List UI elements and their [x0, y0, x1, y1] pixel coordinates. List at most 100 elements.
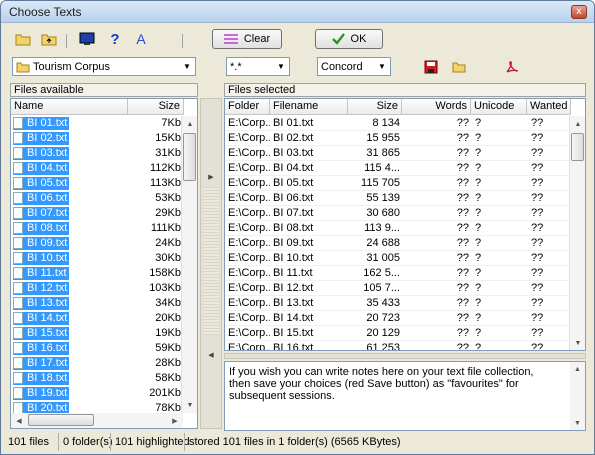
cell-filename: BI 10.txt: [273, 252, 314, 264]
cell-folder: E:\Corp...: [228, 297, 270, 309]
open-favourites-icon[interactable]: [450, 58, 468, 76]
list-item[interactable]: BI 06.txt 53Kb: [11, 191, 183, 206]
scroll-down-icon[interactable]: ▼: [570, 335, 585, 350]
list-item[interactable]: BI 16.txt 59Kb: [11, 341, 183, 356]
scroll-down-icon[interactable]: ▼: [570, 416, 585, 430]
scroll-up-icon[interactable]: ▲: [570, 116, 585, 132]
table-row[interactable]: E:\Corp... BI 02.txt 15 955?????: [225, 131, 571, 146]
tool-select[interactable]: Concord ▼: [317, 57, 391, 76]
files-selected-vscroll[interactable]: ▲ ▼: [569, 116, 585, 350]
table-row[interactable]: E:\Corp... BI 09.txt 24 688?????: [225, 236, 571, 251]
scroll-right-icon[interactable]: ▶: [167, 413, 183, 428]
column-header-folder[interactable]: Folder: [225, 99, 270, 115]
files-available-list[interactable]: Name Size BI 01.txt 7Kb BI 02.txt 15Kb BI 03…: [10, 98, 198, 429]
list-item[interactable]: BI 08.txt 111Kb: [11, 221, 183, 236]
status-folder-count: 0 folder(s): [58, 433, 113, 451]
horizontal-splitter[interactable]: [224, 353, 586, 359]
table-row[interactable]: E:\Corp... BI 01.txt 8 134?????: [225, 116, 571, 131]
table-row[interactable]: E:\Corp... BI 07.txt 30 680?????: [225, 206, 571, 221]
column-header-size[interactable]: Size: [128, 99, 184, 115]
table-row[interactable]: E:\Corp... BI 13.txt 35 433?????: [225, 296, 571, 311]
list-item[interactable]: BI 03.txt 31Kb: [11, 146, 183, 161]
list-item[interactable]: BI 01.txt 7Kb: [11, 116, 183, 131]
list-item[interactable]: BI 04.txt 112Kb: [11, 161, 183, 176]
column-header-filename[interactable]: Filename: [270, 99, 348, 115]
text-file-icon: [13, 177, 23, 189]
table-row[interactable]: E:\Corp... BI 08.txt 113 9...?????: [225, 221, 571, 236]
help-icon[interactable]: ?: [106, 30, 124, 48]
cell-size: 115 4...: [364, 162, 400, 174]
open-folder-icon[interactable]: [14, 30, 32, 48]
list-item[interactable]: BI 02.txt 15Kb: [11, 131, 183, 146]
list-item[interactable]: BI 07.txt 29Kb: [11, 206, 183, 221]
list-item[interactable]: BI 17.txt 28Kb: [11, 356, 183, 371]
scroll-left-icon[interactable]: ◀: [11, 413, 27, 428]
column-header-name[interactable]: Name: [11, 99, 128, 115]
move-left-icon[interactable]: ◀: [203, 349, 219, 363]
scroll-thumb[interactable]: [183, 133, 196, 181]
font-icon[interactable]: A: [132, 30, 150, 48]
cell-wanted: ??: [531, 222, 544, 234]
list-item[interactable]: BI 19.txt 201Kb: [11, 386, 183, 401]
monitor-icon[interactable]: [78, 30, 96, 48]
list-item[interactable]: BI 05.txt 113Kb: [11, 176, 183, 191]
table-row[interactable]: E:\Corp... BI 12.txt 105 7...?????: [225, 281, 571, 296]
cell-size: 30 680: [366, 207, 400, 219]
list-item[interactable]: BI 12.txt 103Kb: [11, 281, 183, 296]
table-row[interactable]: E:\Corp... BI 16.txt 61 253?????: [225, 341, 571, 350]
folder-up-icon[interactable]: [40, 30, 58, 48]
corpus-select[interactable]: Tourism Corpus ▼: [12, 57, 196, 76]
files-available-vscroll[interactable]: ▲ ▼: [181, 116, 197, 413]
files-available-hscroll[interactable]: ◀ ▶: [11, 413, 183, 428]
chevron-down-icon[interactable]: ▼: [274, 59, 288, 74]
chevron-down-icon[interactable]: ▼: [375, 59, 389, 74]
close-button[interactable]: x: [571, 5, 587, 19]
table-row[interactable]: E:\Corp... BI 10.txt 31 005?????: [225, 251, 571, 266]
table-row[interactable]: E:\Corp... BI 06.txt 55 139?????: [225, 191, 571, 206]
column-header-size[interactable]: Size: [348, 99, 402, 115]
files-selected-list[interactable]: Folder Filename Size Words Unicode Wante…: [224, 98, 586, 351]
cell-filename: BI 14.txt: [273, 312, 314, 324]
move-right-icon[interactable]: ▶: [203, 171, 219, 185]
list-item[interactable]: BI 15.txt 19Kb: [11, 326, 183, 341]
list-item[interactable]: BI 10.txt 30Kb: [11, 251, 183, 266]
cell-words: ??: [456, 267, 469, 279]
pdf-icon[interactable]: [502, 58, 520, 76]
table-row[interactable]: E:\Corp... BI 14.txt 20 723?????: [225, 311, 571, 326]
panel-splitter[interactable]: ▶ ◀: [200, 98, 222, 429]
table-row[interactable]: E:\Corp... BI 11.txt 162 5...?????: [225, 266, 571, 281]
column-header-words[interactable]: Words: [402, 99, 471, 115]
file-size: 158Kb: [149, 267, 181, 279]
ok-button[interactable]: OK: [315, 29, 383, 49]
list-item[interactable]: BI 11.txt 158Kb: [11, 266, 183, 281]
cell-filename: BI 13.txt: [273, 297, 314, 309]
cell-size: 105 7...: [363, 282, 400, 294]
list-item[interactable]: BI 14.txt 20Kb: [11, 311, 183, 326]
cell-unicode: ?: [475, 267, 482, 279]
scroll-up-icon[interactable]: ▲: [570, 362, 585, 376]
table-row[interactable]: E:\Corp... BI 05.txt 115 705?????: [225, 176, 571, 191]
text-file-icon: [13, 252, 23, 264]
chevron-down-icon[interactable]: ▼: [180, 59, 194, 74]
notes-vscroll[interactable]: ▲ ▼: [570, 362, 585, 430]
file-mask-select[interactable]: *.* ▼: [226, 57, 290, 76]
list-item[interactable]: BI 18.txt 58Kb: [11, 371, 183, 386]
table-row[interactable]: E:\Corp... BI 04.txt 115 4...?????: [225, 161, 571, 176]
table-row[interactable]: E:\Corp... BI 03.txt 31 865?????: [225, 146, 571, 161]
clear-button[interactable]: Clear: [212, 29, 282, 49]
column-header-unicode[interactable]: Unicode: [471, 99, 527, 115]
scroll-down-icon[interactable]: ▼: [182, 397, 197, 413]
list-item[interactable]: BI 09.txt 24Kb: [11, 236, 183, 251]
scroll-thumb[interactable]: [571, 133, 584, 161]
cell-words: ??: [456, 327, 469, 339]
list-item[interactable]: BI 13.txt 34Kb: [11, 296, 183, 311]
hscroll-thumb[interactable]: [28, 414, 94, 426]
column-header-wanted[interactable]: Wanted: [527, 99, 571, 115]
text-file-icon: [13, 327, 23, 339]
splitter-grip[interactable]: [203, 187, 219, 335]
save-icon[interactable]: [422, 58, 440, 76]
scroll-up-icon[interactable]: ▲: [182, 116, 197, 132]
table-row[interactable]: E:\Corp... BI 15.txt 20 129?????: [225, 326, 571, 341]
window-title: Choose Texts: [9, 5, 82, 19]
notes-textarea[interactable]: If you wish you can write notes here on …: [224, 361, 586, 431]
